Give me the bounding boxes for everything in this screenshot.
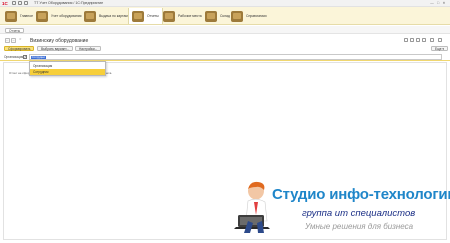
open-windows-bar: Отчеты: [0, 26, 450, 34]
section-label: Главное: [20, 14, 33, 18]
dropdown-list: Организация Сотрудник: [29, 61, 106, 76]
tab-reports[interactable]: Отчеты: [5, 27, 25, 33]
star-icon[interactable]: ☆: [18, 37, 23, 43]
dropdown-item-employee[interactable]: Сотрудник: [30, 69, 105, 75]
section-equipment[interactable]: Учет оборудования: [33, 8, 84, 24]
books-icon: [231, 10, 243, 22]
page-title: Визинскиу оборудование: [30, 37, 89, 44]
warehouse-icon: [205, 10, 217, 22]
cards-icon: [84, 10, 96, 22]
section-workplaces[interactable]: Рабочие места: [160, 8, 205, 24]
watermark-title: Студио инфо-технологии: [272, 186, 450, 203]
close-button[interactable]: ✕: [442, 1, 446, 5]
window-title: TT Учет Оборудования / 1С:Предприятие: [34, 1, 104, 6]
section-main[interactable]: Главное: [2, 8, 36, 24]
choose-variant-button[interactable]: Выбрать вариант...: [37, 45, 74, 51]
settings-button[interactable]: Настройки...: [75, 45, 102, 51]
section-label: Учет оборудования: [51, 14, 82, 18]
section-books[interactable]: Справочники: [228, 8, 270, 24]
workplace-icon: [163, 10, 175, 22]
section-label: Отчеты: [147, 14, 159, 18]
save-icon[interactable]: [410, 38, 414, 42]
menu-icon[interactable]: [12, 1, 16, 5]
watermark-subtitle: группа ит специалистов: [302, 208, 416, 219]
print-icon[interactable]: [404, 38, 408, 42]
minimize-button[interactable]: —: [430, 1, 434, 5]
history-icon[interactable]: [18, 1, 22, 5]
section-cards[interactable]: Выдача по картам: [81, 8, 131, 24]
back-button[interactable]: ←: [5, 38, 10, 43]
section-label: Выдача по картам: [99, 14, 128, 18]
section-label: Рабочие места: [178, 14, 202, 18]
1c-logo: 1С: [2, 1, 8, 6]
settings-icon[interactable]: [422, 38, 426, 42]
home-icon: [5, 10, 17, 22]
section-label: Справочники: [246, 14, 267, 18]
section-reports[interactable]: Отчеты: [128, 8, 163, 24]
maximize-button[interactable]: □: [436, 1, 440, 5]
equipment-icon: [36, 10, 48, 22]
filter-row: Организация: ✓ Сотрудни: [0, 53, 450, 61]
mascot-laptop-icon: [234, 181, 270, 233]
more-button[interactable]: Еще ▾: [431, 45, 448, 51]
title-bar: 1С TT Учет Оборудования / 1С:Предприятие…: [0, 0, 450, 7]
watermark-tagline: Умные решения для бизнеса: [305, 222, 414, 231]
link-icon[interactable]: [416, 38, 420, 42]
more-icon[interactable]: [430, 38, 434, 42]
filter-checkbox[interactable]: ✓: [23, 54, 27, 59]
filter-input[interactable]: Сотрудни: [29, 54, 442, 60]
favorites-icon[interactable]: [24, 1, 28, 5]
filter-label: Организация:: [4, 54, 25, 59]
generate-button[interactable]: Сформировать: [4, 45, 35, 51]
sections-panel: Главное Учет оборудования Выдача по карт…: [0, 7, 450, 25]
command-bar: Сформировать Выбрать вариант... Настройк…: [0, 45, 450, 52]
close-form-icon[interactable]: [438, 38, 442, 42]
filter-selected-text: Сотрудни: [30, 54, 46, 60]
forward-button[interactable]: →: [11, 38, 16, 43]
reports-icon: [132, 10, 144, 22]
